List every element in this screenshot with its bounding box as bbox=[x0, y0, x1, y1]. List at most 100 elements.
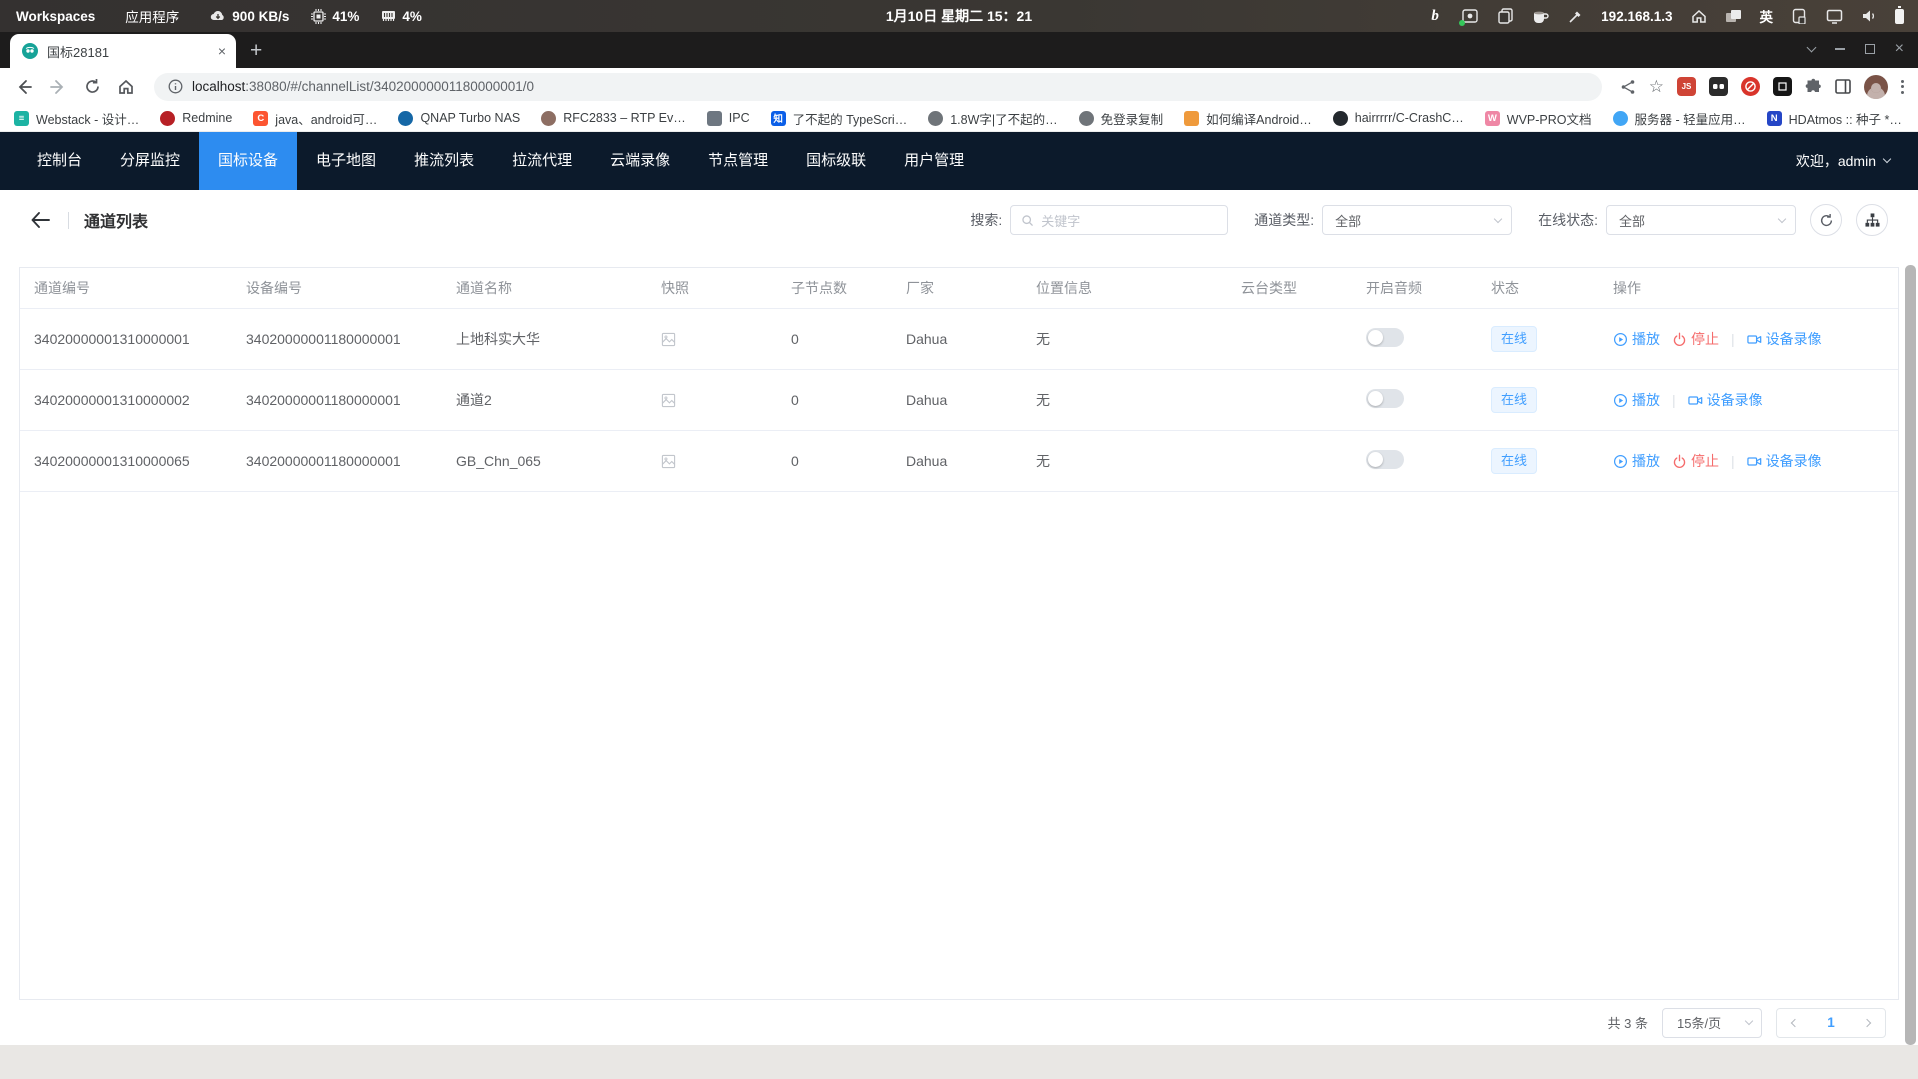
column-header: 状态 bbox=[1477, 278, 1599, 298]
record-label: 设备录像 bbox=[1766, 451, 1822, 471]
nav-item-3[interactable]: 国标设备 bbox=[199, 132, 297, 190]
nav-item-6[interactable]: 拉流代理 bbox=[493, 132, 591, 190]
stop-button[interactable]: 停止 bbox=[1672, 451, 1719, 471]
stop-button[interactable]: 停止 bbox=[1672, 329, 1719, 349]
clipboard-tray-icon[interactable] bbox=[1496, 7, 1514, 25]
bookmark-item[interactable]: 知了不起的 TypeScri… bbox=[771, 109, 908, 128]
home-button[interactable] bbox=[112, 73, 140, 101]
record-button[interactable]: 设备录像 bbox=[1688, 390, 1763, 410]
side-panel-icon[interactable] bbox=[1835, 79, 1851, 94]
wvp-icon: W bbox=[1485, 111, 1500, 126]
ext-adblock-icon[interactable] bbox=[1741, 77, 1760, 96]
prev-page-button[interactable] bbox=[1790, 1018, 1798, 1026]
audio-toggle[interactable] bbox=[1366, 450, 1404, 469]
tree-view-button[interactable] bbox=[1856, 204, 1888, 236]
forward-button[interactable] bbox=[44, 73, 72, 101]
volume-icon[interactable] bbox=[1860, 7, 1878, 25]
next-page-button[interactable] bbox=[1863, 1018, 1871, 1026]
site-info-icon[interactable] bbox=[168, 79, 183, 94]
new-tab-button[interactable]: + bbox=[250, 40, 262, 61]
current-page[interactable]: 1 bbox=[1827, 1015, 1835, 1030]
ip-address[interactable]: 192.168.1.3 bbox=[1601, 9, 1672, 24]
phone-link-icon[interactable] bbox=[1790, 7, 1808, 25]
audio-toggle[interactable] bbox=[1366, 328, 1404, 347]
workspaces-button[interactable]: Workspaces bbox=[16, 9, 95, 24]
tab-close-icon[interactable]: × bbox=[218, 43, 226, 59]
play-button[interactable]: 播放 bbox=[1613, 451, 1660, 471]
nav-item-8[interactable]: 节点管理 bbox=[689, 132, 787, 190]
url-bar[interactable]: localhost:38080/#/channelList/3402000000… bbox=[154, 73, 1602, 101]
page-back-button[interactable] bbox=[30, 211, 51, 229]
minimize-icon[interactable] bbox=[1835, 48, 1845, 50]
ext-js-icon[interactable]: JS bbox=[1677, 77, 1696, 96]
extensions-puzzle-icon[interactable] bbox=[1805, 78, 1822, 95]
nav-item-2[interactable]: 分屏监控 bbox=[101, 132, 199, 190]
bookmark-item[interactable]: RFC2833 – RTP Ev… bbox=[541, 111, 686, 126]
nav-item-7[interactable]: 云端录像 bbox=[591, 132, 689, 190]
display-tray-icon[interactable] bbox=[1825, 7, 1843, 25]
ext-tampermonkey-icon[interactable] bbox=[1709, 77, 1728, 96]
play-button[interactable]: 播放 bbox=[1613, 390, 1660, 410]
url-host: localhost bbox=[192, 79, 245, 94]
record-button[interactable]: 设备录像 bbox=[1747, 329, 1822, 349]
online-status-select[interactable]: 全部 bbox=[1606, 205, 1796, 235]
refresh-button[interactable] bbox=[1810, 204, 1842, 236]
nav-item-10[interactable]: 用户管理 bbox=[885, 132, 983, 190]
workspace-switcher-icon[interactable] bbox=[1725, 7, 1743, 25]
maximize-icon[interactable] bbox=[1865, 44, 1875, 54]
battery-icon[interactable] bbox=[1895, 9, 1904, 24]
reload-button[interactable] bbox=[78, 73, 106, 101]
share-icon[interactable] bbox=[1620, 79, 1636, 95]
bookmark-item[interactable]: 1.8W字|了不起的… bbox=[928, 109, 1057, 128]
user-menu[interactable]: 欢迎，admin bbox=[1796, 151, 1918, 171]
nav-item-9[interactable]: 国标级联 bbox=[787, 132, 885, 190]
status-badge: 在线 bbox=[1491, 448, 1537, 474]
search-input[interactable]: 关键字 bbox=[1010, 205, 1228, 235]
nav-item-1[interactable]: 控制台 bbox=[18, 132, 101, 190]
bookmark-item[interactable]: NHDAtmos :: 种子 *… bbox=[1767, 109, 1902, 128]
scrollbar-thumb[interactable] bbox=[1905, 265, 1916, 1045]
back-button[interactable] bbox=[10, 73, 38, 101]
record-button[interactable]: 设备录像 bbox=[1747, 451, 1822, 471]
bookmark-item[interactable]: 如何编译Android… bbox=[1184, 109, 1312, 128]
bookmark-item[interactable]: hairrrrr/C-CrashC… bbox=[1333, 111, 1464, 126]
tab-search-icon[interactable] bbox=[1806, 43, 1816, 53]
home-tray-icon[interactable] bbox=[1690, 7, 1708, 25]
table-header-row: 通道编号设备编号通道名称快照子节点数厂家位置信息云台类型开启音频状态操作 bbox=[20, 268, 1898, 309]
bookmark-item[interactable]: 服务器 - 轻量应用… bbox=[1613, 109, 1746, 128]
color-picker-tray-icon[interactable] bbox=[1566, 7, 1584, 25]
channel-type-select[interactable]: 全部 bbox=[1322, 205, 1512, 235]
bookmark-item[interactable]: Cjava、android可… bbox=[253, 109, 377, 128]
network-speed: 900 KB/s bbox=[232, 9, 289, 24]
play-label: 播放 bbox=[1632, 390, 1660, 410]
bookmark-item[interactable]: QNAP Turbo NAS bbox=[398, 111, 520, 126]
window-close-icon[interactable]: × bbox=[1895, 40, 1904, 58]
applications-menu[interactable]: 应用程序 bbox=[125, 6, 179, 26]
device-id-cell: 34020000001180000001 bbox=[232, 453, 442, 469]
browser-tab[interactable]: 国标28181 × bbox=[10, 34, 236, 68]
vendor-cell: Dahua bbox=[892, 331, 1022, 347]
caffeine-tray-icon[interactable] bbox=[1531, 7, 1549, 25]
bookmark-item[interactable]: 免登录复制 bbox=[1079, 109, 1164, 128]
bookmark-item[interactable]: Redmine bbox=[160, 111, 232, 126]
browser-menu-icon[interactable] bbox=[1901, 80, 1904, 94]
play-button[interactable]: 播放 bbox=[1613, 329, 1660, 349]
audio-toggle[interactable] bbox=[1366, 389, 1404, 408]
memory-icon bbox=[379, 7, 397, 25]
ext-ublock-icon[interactable] bbox=[1773, 77, 1792, 96]
online-status-label: 在线状态: bbox=[1538, 210, 1598, 230]
clock[interactable]: 1月10日 星期二 15：21 bbox=[886, 6, 1032, 26]
bookmark-item[interactable]: IPC bbox=[707, 111, 750, 126]
bookmark-item[interactable]: WWVP-PRO文档 bbox=[1485, 109, 1592, 128]
bookmark-label: java、android可… bbox=[275, 109, 377, 128]
bing-tray-icon[interactable]: b bbox=[1426, 7, 1444, 25]
url-text: localhost:38080/#/channelList/3402000000… bbox=[192, 79, 534, 94]
bookmark-item[interactable]: ≡Webstack - 设计… bbox=[14, 109, 139, 128]
page-size-select[interactable]: 15条/页 bbox=[1662, 1008, 1762, 1038]
nav-item-4[interactable]: 电子地图 bbox=[297, 132, 395, 190]
bookmark-star-icon[interactable]: ☆ bbox=[1649, 77, 1664, 97]
nav-item-5[interactable]: 推流列表 bbox=[395, 132, 493, 190]
input-method-indicator[interactable]: 英 bbox=[1760, 6, 1774, 26]
profile-avatar[interactable] bbox=[1864, 75, 1888, 99]
screenshot-tray-icon[interactable] bbox=[1461, 7, 1479, 25]
